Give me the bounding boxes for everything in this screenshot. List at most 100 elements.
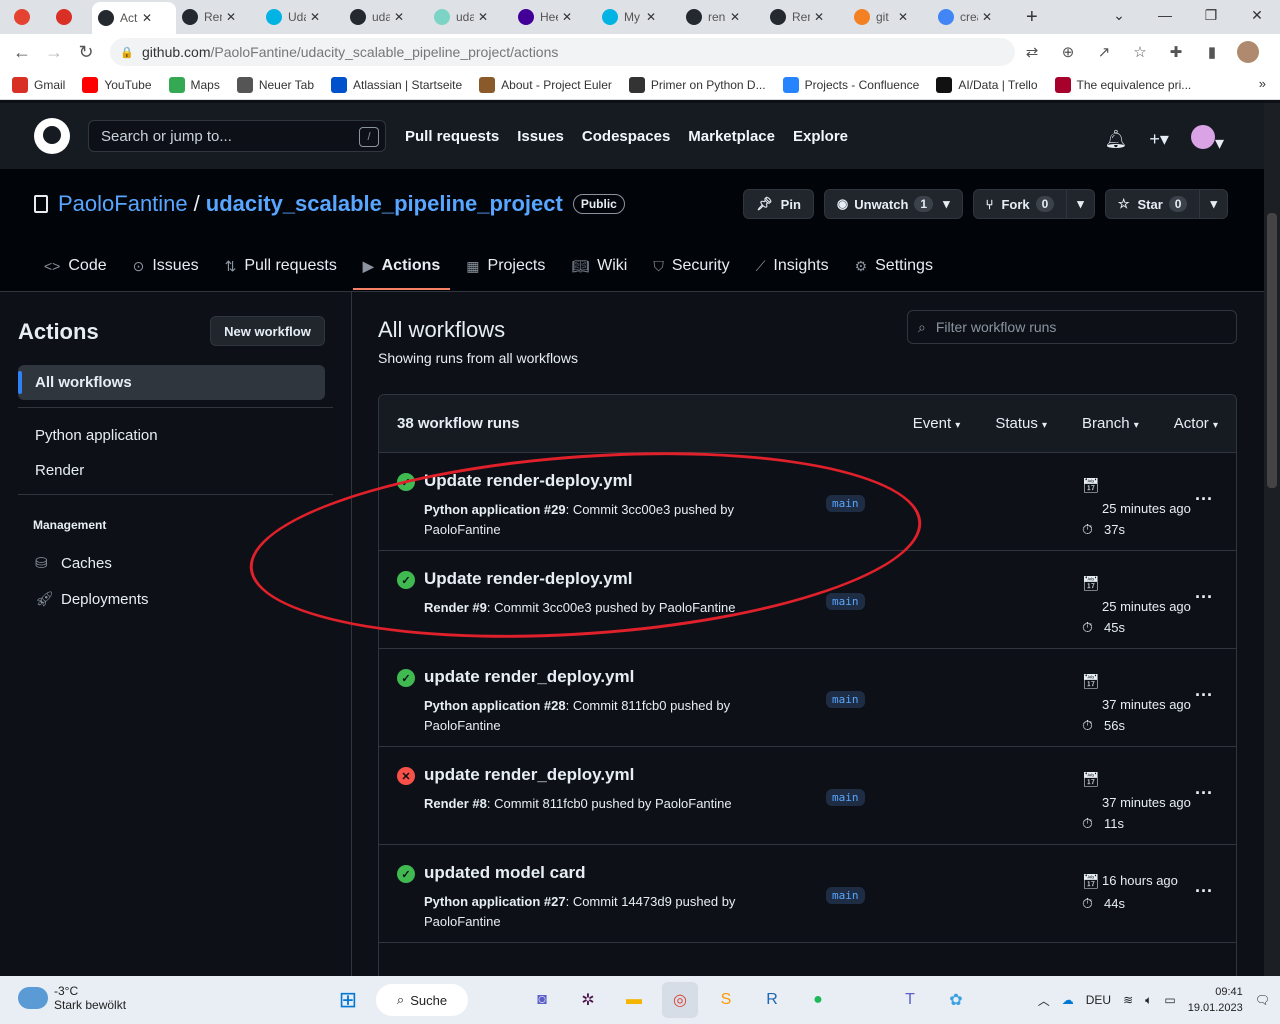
side-panel-icon[interactable]: ▮ bbox=[1196, 38, 1228, 66]
sidebar-item-render[interactable]: Render bbox=[35, 462, 84, 479]
workflow-run-row[interactable]: ✓ update render_deploy.yml Python applicat… bbox=[379, 649, 1236, 747]
tab-close-icon[interactable]: ✕ bbox=[562, 10, 572, 24]
github-logo-icon[interactable] bbox=[34, 118, 70, 154]
bookmark-item[interactable]: Projects - Confluence bbox=[782, 76, 919, 93]
sidebar-item-python-application[interactable]: Python application bbox=[35, 427, 158, 444]
tab-code[interactable]: <> Code bbox=[34, 249, 117, 289]
tab-close-icon[interactable]: ✕ bbox=[226, 10, 236, 24]
taskbar-search[interactable]: ⌕ Suche bbox=[376, 984, 468, 1016]
forward-button[interactable]: → bbox=[38, 42, 70, 63]
spotify-icon[interactable]: ● bbox=[800, 982, 836, 1018]
new-workflow-button[interactable]: New workflow bbox=[210, 316, 325, 346]
kebab-menu-icon[interactable]: ··· bbox=[1195, 489, 1213, 510]
branch-badge[interactable]: main bbox=[826, 691, 865, 708]
kebab-menu-icon[interactable]: ··· bbox=[1195, 587, 1213, 608]
language-indicator[interactable]: DEU bbox=[1086, 993, 1111, 1007]
browser-menu-icon[interactable]: ⋮ bbox=[1268, 38, 1280, 66]
tab-close-icon[interactable]: ✕ bbox=[646, 10, 656, 24]
filter-event-dropdown[interactable]: Event ▾ bbox=[913, 415, 961, 432]
workflow-name[interactable]: Python application #27 bbox=[424, 894, 566, 909]
bookmark-item[interactable]: The equivalence pri... bbox=[1054, 76, 1191, 93]
tab-wiki[interactable]: 📖︎ Wiki bbox=[561, 249, 637, 289]
star-dropdown-icon[interactable]: ▾ bbox=[1199, 190, 1227, 218]
run-title-link[interactable]: Update render-deploy.yml bbox=[424, 569, 632, 589]
tab-security[interactable]: ⛉ Security bbox=[643, 249, 739, 289]
browser-tab[interactable]: ren ✕ bbox=[680, 3, 764, 31]
start-icon[interactable]: ⊞ bbox=[330, 982, 366, 1018]
tab-projects[interactable]: ▦ Projects bbox=[456, 249, 555, 289]
workflow-run-row[interactable]: ✓ Update render-deploy.yml Python applicat… bbox=[379, 453, 1236, 551]
clock[interactable]: 09:41 19.01.2023 bbox=[1188, 984, 1243, 1016]
browser-tab[interactable]: Act ✕ bbox=[92, 2, 176, 34]
chrome-icon[interactable]: ◎ bbox=[662, 982, 698, 1018]
workflow-run-row[interactable]: ✓ Update render-deploy.yml Render #9: Comm… bbox=[379, 551, 1236, 649]
branch-badge[interactable]: main bbox=[826, 887, 865, 904]
star-button[interactable]: ☆ Star 0 ▾ bbox=[1104, 189, 1228, 219]
bookmark-item[interactable]: Neuer Tab bbox=[236, 76, 314, 93]
weather-widget[interactable]: -3°C Stark bewölkt bbox=[18, 984, 126, 1012]
run-title-link[interactable]: Update render-deploy.yml bbox=[424, 471, 632, 491]
tab-close-icon[interactable]: ✕ bbox=[814, 10, 824, 24]
run-title-link[interactable]: updated model card bbox=[424, 863, 586, 883]
branch-badge[interactable]: main bbox=[826, 495, 865, 512]
browser-tab[interactable]: uda ✕ bbox=[428, 3, 512, 31]
reload-button[interactable]: ↻ bbox=[70, 42, 102, 63]
bookmark-item[interactable]: Primer on Python D... bbox=[628, 76, 766, 93]
browser-tab[interactable]: Hee ✕ bbox=[512, 3, 596, 31]
workflow-name[interactable]: Render #9 bbox=[424, 600, 487, 615]
branch-badge[interactable]: main bbox=[826, 789, 865, 806]
tab-close-icon[interactable]: ✕ bbox=[730, 10, 740, 24]
bookmark-item[interactable]: Gmail bbox=[12, 76, 65, 93]
bookmark-item[interactable]: AI/Data | Trello bbox=[936, 76, 1038, 93]
search-input[interactable]: Search or jump to... / bbox=[88, 120, 386, 152]
browser-tab[interactable]: Uda ✕ bbox=[260, 3, 344, 31]
browser-tab[interactable] bbox=[50, 3, 92, 31]
global-nav-item[interactable]: Pull requests bbox=[405, 128, 499, 145]
tab-close-icon[interactable]: ✕ bbox=[478, 10, 488, 24]
workflow-run-row[interactable]: ✓ updated model card Python application #2… bbox=[379, 845, 1236, 943]
fork-button[interactable]: ⑂ Fork 0 ▾ bbox=[972, 189, 1095, 219]
sidebar-item-all-workflows[interactable]: All workflows bbox=[18, 365, 325, 400]
tab-close-icon[interactable]: ✕ bbox=[982, 10, 992, 24]
tab-issues[interactable]: ⊙ Issues bbox=[123, 249, 209, 289]
browser-tab[interactable]: My ✕ bbox=[596, 3, 680, 31]
tab-insights[interactable]: ⟋ Insights bbox=[746, 249, 839, 289]
back-button[interactable]: ← bbox=[6, 42, 38, 63]
tab-actions[interactable]: ▶ Actions bbox=[352, 249, 451, 290]
url-bar[interactable]: 🔒 github.com/PaoloFantine/udacity_scalab… bbox=[110, 38, 1015, 66]
browser-tab[interactable]: Ren ✕ bbox=[176, 3, 260, 31]
global-nav-item[interactable]: Codespaces bbox=[582, 128, 670, 145]
pin-button[interactable]: 📌︎ Pin bbox=[743, 189, 814, 219]
browser-tab[interactable]: Ren ✕ bbox=[764, 3, 848, 31]
bookmark-star-icon[interactable]: ☆ bbox=[1124, 38, 1156, 66]
scrollbar-thumb[interactable] bbox=[1267, 213, 1277, 488]
create-new-icon[interactable]: +▾ bbox=[1149, 129, 1169, 150]
bookmark-item[interactable]: About - Project Euler bbox=[479, 76, 612, 93]
bookmark-item[interactable]: Atlassian | Startseite bbox=[331, 76, 462, 93]
onedrive-icon[interactable]: ☁ bbox=[1062, 993, 1074, 1007]
teams-chat-icon[interactable]: ◙ bbox=[524, 982, 560, 1018]
branch-badge[interactable]: main bbox=[826, 593, 865, 610]
tab-close-icon[interactable]: ✕ bbox=[898, 10, 908, 24]
translate-icon[interactable]: ⇄ bbox=[1016, 38, 1048, 66]
notification-center-icon[interactable]: 🗨︎ bbox=[1255, 993, 1270, 1007]
watch-dropdown-icon[interactable]: ▾ bbox=[943, 196, 950, 212]
user-avatar-menu[interactable]: ▾ bbox=[1190, 125, 1224, 154]
filter-actor-dropdown[interactable]: Actor ▾ bbox=[1174, 415, 1218, 432]
minimize-button[interactable]: — bbox=[1142, 7, 1188, 23]
terminal-icon[interactable]: ▭ bbox=[846, 982, 882, 1018]
close-window-button[interactable]: ✕ bbox=[1234, 7, 1280, 24]
sublime-icon[interactable]: S bbox=[708, 982, 744, 1018]
tab-pull-requests[interactable]: ⇅ Pull requests bbox=[215, 249, 347, 289]
browser-tab[interactable]: git ✕ bbox=[848, 3, 932, 31]
tab-close-icon[interactable]: ✕ bbox=[310, 10, 320, 24]
run-title-link[interactable]: update render_deploy.yml bbox=[424, 667, 634, 687]
zoom-icon[interactable]: ⊕ bbox=[1052, 38, 1084, 66]
kebab-menu-icon[interactable]: ··· bbox=[1195, 783, 1213, 804]
fork-dropdown-icon[interactable]: ▾ bbox=[1066, 190, 1094, 218]
filter-branch-dropdown[interactable]: Branch ▾ bbox=[1082, 415, 1139, 432]
watch-button[interactable]: ◉ Unwatch 1 ▾ bbox=[823, 189, 963, 219]
kebab-menu-icon[interactable]: ··· bbox=[1195, 685, 1213, 706]
tab-close-icon[interactable]: ✕ bbox=[142, 11, 152, 25]
tab-settings[interactable]: ⚙ Settings bbox=[845, 249, 943, 289]
